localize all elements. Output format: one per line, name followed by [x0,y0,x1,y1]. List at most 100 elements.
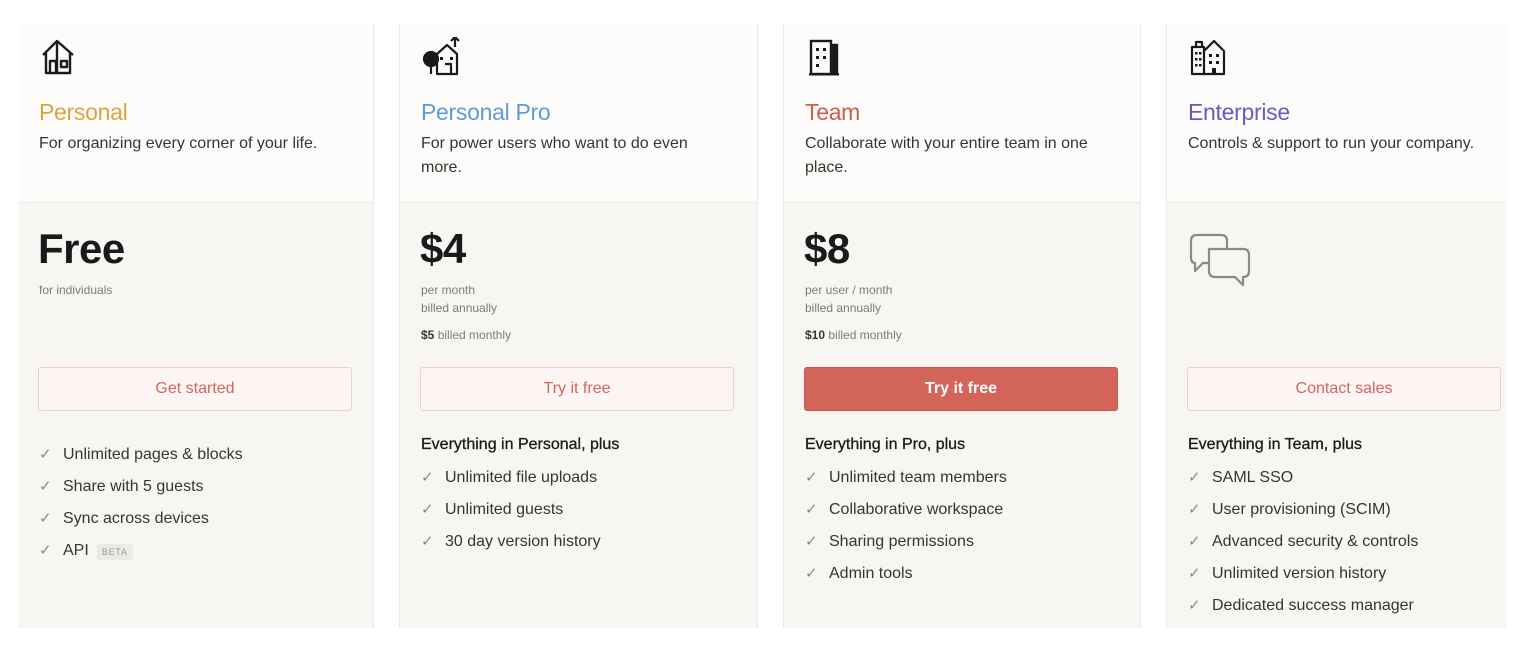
feature-list: ✓ Unlimited pages & blocks ✓ Share with 5 … [39,443,243,571]
price-billing: billed annually [805,301,882,315]
features-heading: Everything in Personal, plus [421,436,620,453]
feature-label: Share with 5 guests [63,478,204,495]
beta-badge: BETA [96,544,133,560]
feature-label: Dedicated success manager [1212,597,1414,614]
plan-header: Personal For organizing every corner of … [18,24,373,203]
feature-label: Admin tools [829,565,913,582]
feature-list: Everything in Personal, plus ✓ Unlimited … [421,433,620,562]
feature-item: ✓ Sync across devices [39,507,243,539]
feature-label: User provisioning (SCIM) [1212,501,1391,518]
chat-bubbles-icon [1189,233,1251,287]
check-icon: ✓ [1188,533,1201,550]
plan-card-enterprise: Enterprise Controls & support to run you… [1166,24,1506,628]
plan-price: Free [38,225,125,272]
plan-price: $4 [420,225,466,272]
check-icon: ✓ [805,533,818,550]
price-period: per user / month [805,283,893,297]
feature-item: ✓ Unlimited guests [421,498,619,530]
feature-item: ✓ Unlimited team members [805,466,1007,498]
feature-label: Unlimited pages & blocks [63,446,243,463]
feature-label: Unlimited version history [1212,565,1387,582]
feature-item: ✓ 30 day version history [421,530,619,562]
check-icon: ✓ [39,446,52,463]
price-subtext: per user / month billed annually [805,281,892,317]
feature-item: ✓ Admin tools [805,562,1007,594]
try-it-free-button[interactable]: Try it free [420,367,734,411]
plan-header: Enterprise Controls & support to run you… [1167,24,1506,203]
plan-description: Controls & support to run your company. [1188,135,1475,152]
plan-card-team: Team Collaborate with your entire team i… [783,24,1141,628]
feature-item: ✓ API BETA [39,539,243,571]
price-period: for individuals [39,283,113,297]
plan-body: Contact sales Everything in Team, plus ✓… [1167,203,1506,628]
monthly-price: $10 billed monthly [805,328,902,342]
get-started-button[interactable]: Get started [38,367,352,411]
house-icon [42,39,74,75]
features-heading: Everything in Team, plus [1188,436,1363,453]
feature-item: ✓ Collaborative workspace [805,498,1007,530]
price-subtext: for individuals [39,281,112,299]
check-icon: ✓ [421,501,434,518]
office-building-icon [809,39,839,76]
check-icon: ✓ [421,469,434,486]
feature-label: Sharing permissions [829,533,974,550]
plan-description: Collaborate with your entire team in one… [805,135,1088,176]
check-icon: ✓ [39,542,52,559]
feature-label: Advanced security & controls [1212,533,1419,550]
feature-item: ✓ Share with 5 guests [39,475,243,507]
contact-sales-button[interactable]: Contact sales [1187,367,1501,411]
try-it-free-button[interactable]: Try it free [804,367,1118,411]
price-billing: billed annually [421,301,498,315]
feature-item: ✓ Unlimited file uploads [421,466,619,498]
feature-item: ✓ User provisioning (SCIM) [1188,498,1418,530]
feature-item: ✓ Dedicated success manager [1188,594,1418,626]
plan-name: Personal [39,99,128,125]
price-period: per month [421,283,476,297]
check-icon: ✓ [805,469,818,486]
feature-item: ✓ Advanced security & controls [1188,530,1418,562]
feature-label: Sync across devices [63,510,209,527]
feature-item: ✓ Sharing permissions [805,530,1007,562]
check-icon: ✓ [1188,565,1201,582]
plan-name: Personal Pro [421,99,551,125]
house-with-tree-icon [422,37,460,76]
feature-list: Everything in Pro, plus ✓ Unlimited team … [805,433,1007,594]
check-icon: ✓ [805,565,818,582]
price-subtext: per month billed annually [421,281,497,317]
feature-label: 30 day version history [445,533,601,550]
plan-price: $8 [804,225,850,272]
plan-card-personal-pro: Personal Pro For power users who want to… [399,24,758,628]
feature-label: Unlimited guests [445,501,564,518]
check-icon: ✓ [1188,597,1201,614]
monthly-amount: $10 [805,328,826,342]
city-buildings-icon [1190,39,1226,76]
monthly-price: $5 billed monthly [421,328,511,342]
feature-item: ✓ Unlimited pages & blocks [39,443,243,475]
monthly-text: billed monthly [825,328,902,342]
plan-header: Team Collaborate with your entire team i… [784,24,1140,203]
plan-header: Personal Pro For power users who want to… [400,24,757,203]
plan-name: Enterprise [1188,99,1290,125]
plan-description: For organizing every corner of your life… [39,135,318,152]
check-icon: ✓ [1188,469,1201,486]
feature-item: ✓ Unlimited version history [1188,562,1418,594]
feature-label: SAML SSO [1212,469,1294,486]
feature-item: ✓ SAML SSO [1188,466,1418,498]
check-icon: ✓ [421,533,434,550]
plan-body: $4 per month billed annually $5 billed m… [400,203,757,628]
check-icon: ✓ [1188,501,1201,518]
check-icon: ✓ [39,510,52,527]
check-icon: ✓ [39,478,52,495]
feature-label: API [63,542,89,559]
plan-description: For power users who want to do even more… [421,135,688,176]
plan-name: Team [805,99,861,125]
monthly-amount: $5 [421,328,435,342]
feature-label: Collaborative workspace [829,501,1004,518]
monthly-text: billed monthly [434,328,512,342]
check-icon: ✓ [805,501,818,518]
feature-label: Unlimited file uploads [445,469,598,486]
feature-list: Everything in Team, plus ✓ SAML SSO ✓ User… [1188,433,1418,626]
features-heading: Everything in Pro, plus [805,436,966,453]
plan-body: $8 per user / month billed annually $10 … [784,203,1140,628]
plan-body: Free for individuals Get started ✓ Unlimi… [18,203,373,628]
